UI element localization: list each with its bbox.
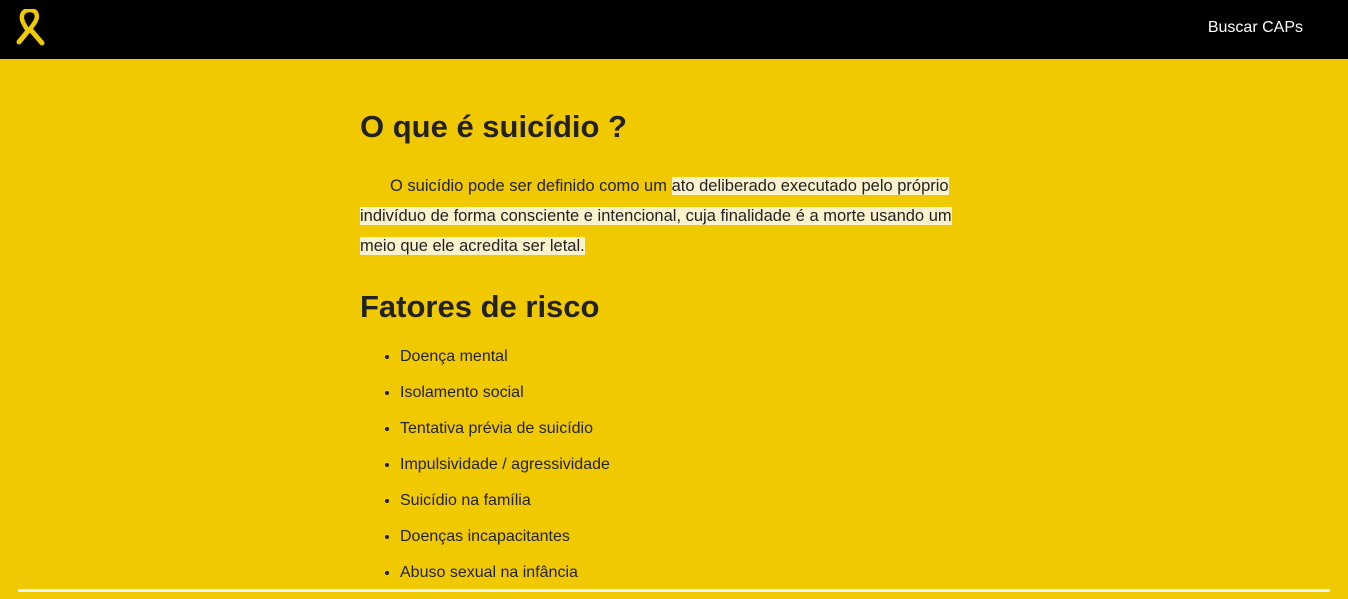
definition-paragraph: O suicídio pode ser definido como um ato…: [360, 171, 980, 261]
page-title: O que é suicídio ?: [360, 109, 627, 144]
list-item: Tentativa prévia de suicídio: [400, 419, 610, 455]
list-item: Doença mental: [400, 347, 610, 383]
risk-factors-list: Doença mental Isolamento social Tentativ…: [360, 347, 610, 599]
list-item: Suicídio na família: [400, 491, 610, 527]
navbar: Buscar CAPs: [0, 0, 1348, 59]
awareness-ribbon-icon[interactable]: [14, 9, 50, 49]
definition-text: O suicídio pode ser definido como um: [390, 177, 672, 195]
buscar-caps-link[interactable]: Buscar CAPs: [1208, 19, 1303, 37]
list-item: Impulsividade / agressividade: [400, 455, 610, 491]
list-item: Abuso sexual na infância: [400, 563, 610, 599]
risk-factors-title: Fatores de risco: [360, 289, 600, 324]
list-item: Doenças incapacitantes: [400, 527, 610, 563]
list-item: Isolamento social: [400, 383, 610, 419]
